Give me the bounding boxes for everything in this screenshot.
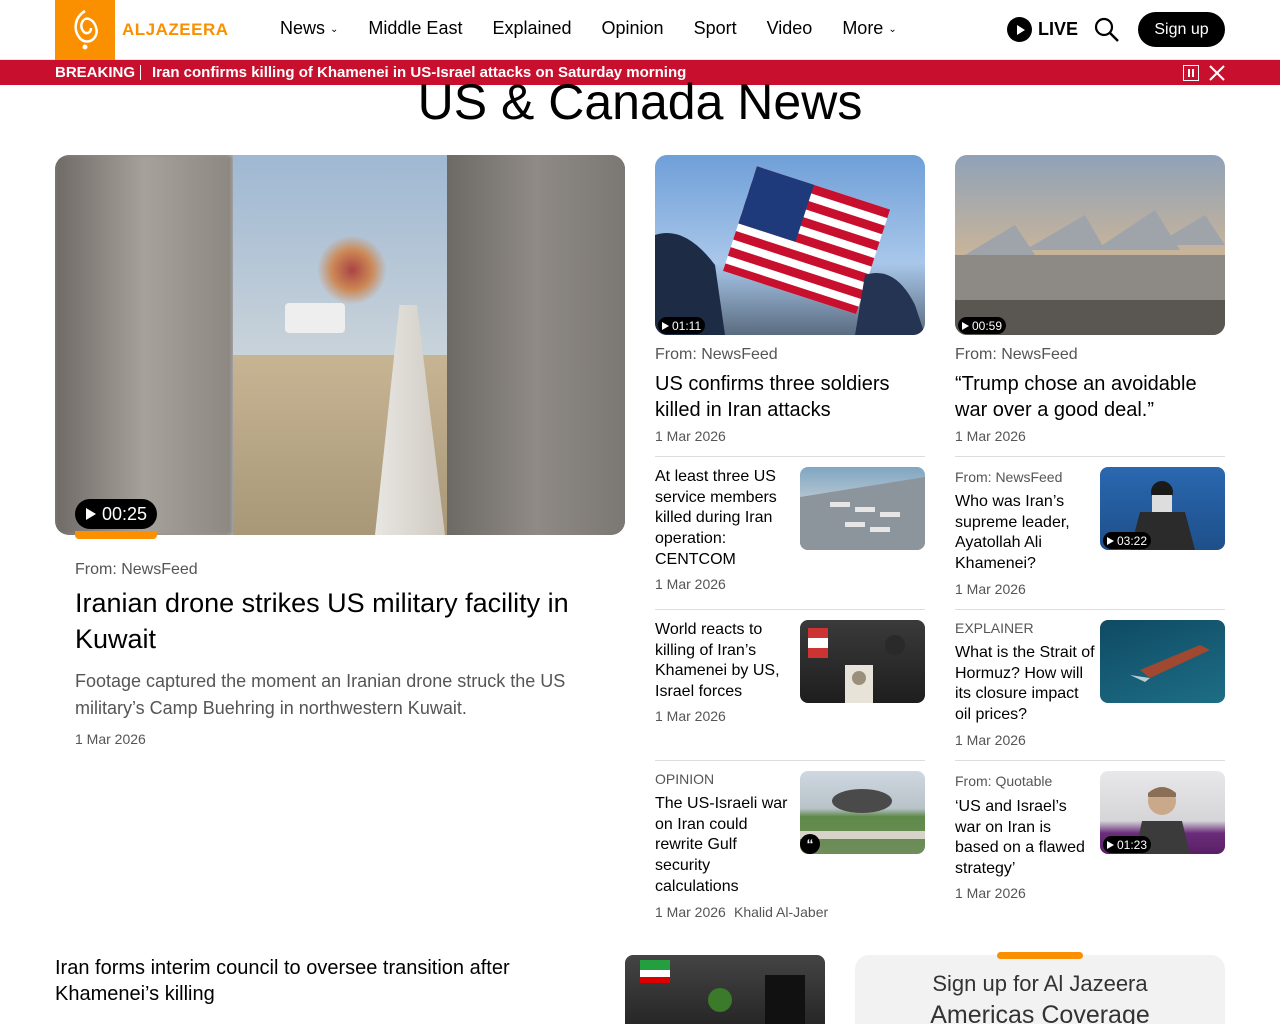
article-date: 1 Mar 2026: [655, 904, 726, 920]
article-date: 1 Mar 2026: [655, 576, 726, 592]
nav-item-video[interactable]: Video: [767, 18, 813, 39]
play-icon: [86, 508, 96, 520]
accent-bar: [997, 952, 1083, 959]
protest-thumbnail[interactable]: [800, 620, 925, 703]
sign-up-button[interactable]: Sign up: [1138, 12, 1225, 47]
jets-video-thumbnail[interactable]: [955, 155, 1225, 335]
smoke-thumbnail[interactable]: “: [800, 771, 925, 854]
aljazeera-logo-icon[interactable]: [55, 0, 115, 60]
divider: [655, 760, 925, 761]
nav-item-middle-east[interactable]: Middle East: [368, 18, 462, 39]
article-headline[interactable]: World reacts to killing of Iran’s Khamen…: [655, 620, 790, 703]
article-source: From: NewsFeed: [955, 469, 1063, 485]
play-icon: [1107, 840, 1114, 849]
article-source: From: NewsFeed: [75, 561, 198, 578]
video-duration-badge[interactable]: 03:22: [1103, 532, 1152, 549]
article-headline[interactable]: At least three US service members killed…: [655, 467, 790, 571]
blur-panel: [447, 155, 625, 535]
divider: [655, 456, 925, 457]
chevron-down-icon: ⌄: [888, 24, 897, 35]
protest-image: [808, 628, 905, 703]
search-icon[interactable]: [1093, 16, 1121, 44]
video-duration-badge[interactable]: 01:11: [658, 317, 706, 334]
main-nav: News ⌄ Middle East Explained Opinion Spor…: [280, 18, 927, 39]
nav-label: Opinion: [601, 18, 664, 38]
nav-label: Middle East: [368, 18, 463, 38]
carrier-thumbnail[interactable]: [800, 467, 925, 550]
play-icon: [1107, 536, 1114, 545]
nav-item-more[interactable]: More ⌄: [842, 18, 896, 39]
article-date: 1 Mar 2026: [75, 731, 146, 747]
aircraft-carrier-image: [800, 477, 925, 550]
duration-text: 00:25: [102, 503, 148, 524]
chevron-down-icon: ⌄: [330, 24, 339, 35]
article-headline[interactable]: ‘US and Israel’s war on Iran is based on…: [955, 797, 1095, 880]
divider: [955, 760, 1225, 761]
article-date: 1 Mar 2026: [955, 885, 1026, 901]
tanker-thumbnail[interactable]: [1100, 620, 1225, 703]
divider: [955, 456, 1225, 457]
page-title: US & Canada News: [417, 74, 863, 130]
council-thumbnail[interactable]: [625, 955, 825, 1024]
live-label: LIVE: [1038, 19, 1079, 39]
play-icon: [1007, 17, 1032, 42]
duration-text: 01:11: [672, 318, 702, 333]
article-date: 1 Mar 2026: [955, 732, 1026, 748]
nav-label: News: [280, 18, 326, 38]
site-header: ALJAZEERA News ⌄ Middle East Explained Op…: [0, 0, 1280, 60]
article-headline[interactable]: US confirms three soldiers killed in Ira…: [655, 371, 925, 423]
newsletter-subheading: Americas Coverage: [930, 1001, 1150, 1024]
nav-label: Explained: [492, 18, 572, 38]
explosion: [317, 235, 387, 305]
duration-text: 00:59: [972, 318, 1003, 333]
bus: [285, 303, 345, 333]
article-source: From: Quotable: [955, 773, 1053, 789]
newsletter-heading: Sign up for Al Jazeera: [932, 971, 1148, 996]
article-headline[interactable]: Who was Iran’s supreme leader, Ayatollah…: [955, 492, 1095, 575]
article-headline[interactable]: Iran forms interim council to oversee tr…: [55, 955, 575, 1007]
fighter-jets-image: [955, 210, 1225, 335]
article-date: 1 Mar 2026: [955, 581, 1026, 597]
featured-headline[interactable]: Iranian drone strikes US military facili…: [75, 585, 615, 657]
brand-name[interactable]: ALJAZEERA: [122, 20, 229, 40]
divider: [655, 609, 925, 610]
article-headline[interactable]: The US-Israeli war on Iran could rewrite…: [655, 794, 795, 898]
article-source: From: NewsFeed: [955, 346, 1078, 363]
play-icon: [962, 321, 969, 330]
accent-bar: [75, 531, 157, 539]
divider: [955, 609, 1225, 610]
oil-tanker-image: [1130, 645, 1210, 682]
duration-text: 01:23: [1117, 837, 1148, 852]
article-source: From: NewsFeed: [655, 346, 778, 363]
quote-icon: “: [800, 834, 820, 854]
nav-label: More: [842, 18, 884, 38]
article-category: EXPLAINER: [955, 620, 1034, 636]
article-date: 1 Mar 2026: [655, 428, 726, 444]
flag-video-thumbnail[interactable]: [655, 155, 925, 335]
nav-label: Sport: [693, 18, 737, 38]
video-duration-badge[interactable]: 00:25: [75, 499, 158, 529]
live-button[interactable]: LIVE: [1007, 17, 1078, 42]
us-flag-image: [655, 166, 925, 335]
nav-item-explained[interactable]: Explained: [492, 18, 571, 39]
featured-video-thumbnail[interactable]: [55, 155, 625, 535]
nav-item-news[interactable]: News ⌄: [280, 18, 338, 39]
nav-label: Video: [766, 18, 813, 38]
article-author[interactable]: Khalid Al-Jaber: [734, 904, 828, 920]
article-category: OPINION: [655, 771, 715, 787]
nav-item-opinion[interactable]: Opinion: [602, 18, 664, 39]
supporters-image: [640, 960, 805, 1024]
featured-description: Footage captured the moment an Iranian d…: [75, 671, 566, 718]
article-headline[interactable]: What is the Strait of Hormuz? How will i…: [955, 643, 1095, 726]
duration-text: 03:22: [1117, 533, 1148, 548]
video-duration-badge[interactable]: 00:59: [958, 317, 1007, 334]
play-icon: [662, 321, 669, 330]
article-headline[interactable]: “Trump chose an avoidable war over a goo…: [955, 371, 1225, 423]
article-date: 1 Mar 2026: [955, 428, 1026, 444]
article-date: 1 Mar 2026: [655, 708, 726, 724]
video-duration-badge[interactable]: 01:23: [1103, 836, 1152, 853]
nav-item-sport[interactable]: Sport: [694, 18, 737, 39]
blur-panel: [55, 155, 233, 535]
